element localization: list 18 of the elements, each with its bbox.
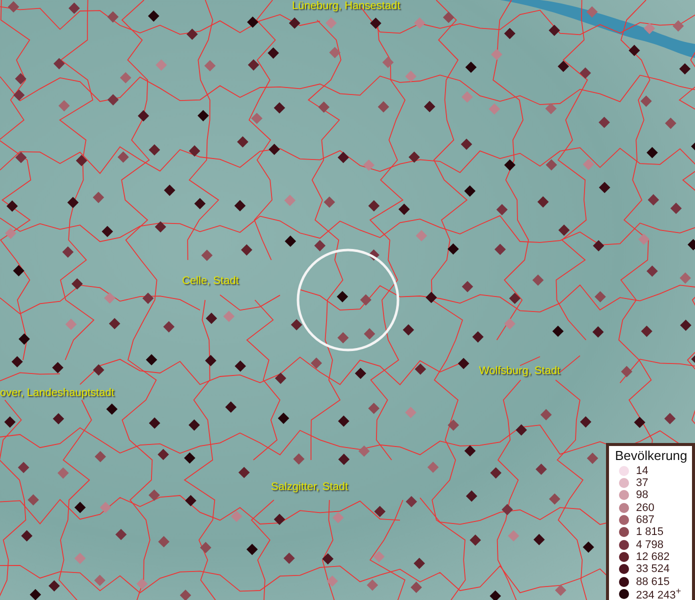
place-label: Celle, Stadt <box>182 275 239 287</box>
legend-value: 4 798 <box>636 538 664 551</box>
map-view[interactable]: Lüneburg, Hansestadt Celle, Stadt over, Landeshauptstadt Wolfsburg, Stadt Salzgitter, Stadt Bevölkerung 14 37 98 260 687 1 815 4 798 12 682 33 524 88 615 234 243$^{+}$ <box>0 0 695 600</box>
legend-value: 98 <box>636 489 648 502</box>
legend-value: 260 <box>636 502 654 514</box>
place-label: Salzgitter, Stadt <box>271 481 348 493</box>
legend-value: 234 243$^{+}$ <box>636 586 682 600</box>
legend-value: 37 <box>636 477 648 490</box>
place-label: Wolfsburg, Stadt <box>479 365 560 377</box>
legend-value: 88 615 <box>636 576 670 588</box>
legend-value: 687 <box>636 514 654 526</box>
legend-value: 33 524 <box>636 563 670 576</box>
legend-value: 14 <box>636 464 648 477</box>
legend-title: Bevölkerung <box>615 448 688 463</box>
legend-value: 1 815 <box>636 526 664 538</box>
legend-value: 12 682 <box>636 550 670 563</box>
place-label: over, Landeshauptstadt <box>0 387 114 399</box>
place-label: Lüneburg, Hansestadt <box>292 0 400 12</box>
